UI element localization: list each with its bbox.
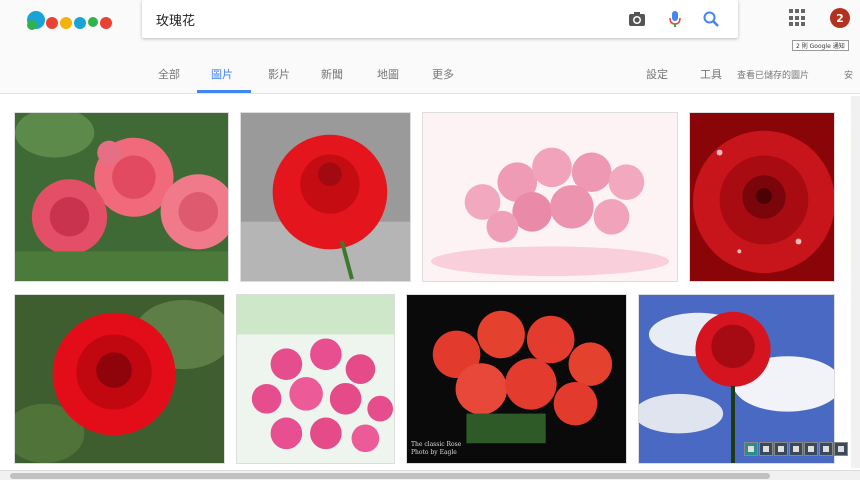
safesearch-link[interactable]: 安	[844, 68, 853, 81]
search-input[interactable]	[156, 9, 616, 29]
toolbar-button[interactable]	[834, 442, 848, 456]
saved-images-link[interactable]: 查看已儲存的圖片	[737, 68, 809, 81]
image-result[interactable]	[236, 294, 395, 464]
tab-images[interactable]: 圖片	[211, 66, 233, 82]
tab-news[interactable]: 新聞	[321, 66, 343, 82]
tab-more[interactable]: 更多	[432, 66, 454, 82]
camera-icon[interactable]	[626, 8, 648, 30]
notification-tooltip: 2 則 Google 通知	[792, 40, 849, 51]
image-toolbar	[744, 442, 849, 456]
tab-tools[interactable]: 工具	[700, 66, 722, 82]
notification-badge[interactable]: 2	[830, 8, 850, 28]
apps-grid-icon[interactable]	[789, 9, 807, 27]
tab-videos[interactable]: 影片	[268, 66, 290, 82]
image-result[interactable]	[638, 294, 835, 464]
microphone-icon[interactable]	[664, 8, 686, 30]
horizontal-scrollbar[interactable]	[0, 470, 860, 480]
image-result[interactable]	[689, 112, 835, 282]
toolbar-button[interactable]	[804, 442, 818, 456]
search-box	[142, 0, 738, 38]
image-result[interactable]: The classic Rose Photo by Eagle	[406, 294, 627, 464]
image-results-grid: The classic Rose Photo by Eagle	[0, 95, 860, 467]
image-result[interactable]	[240, 112, 411, 282]
image-result[interactable]	[14, 294, 225, 464]
tab-all[interactable]: 全部	[158, 66, 180, 82]
image-caption: The classic Rose Photo by Eagle	[411, 441, 462, 456]
toolbar-button[interactable]	[744, 442, 758, 456]
top-header: 2 2 則 Google 通知 全部 圖片 影片 新聞 地圖 更多 設定 工具 …	[0, 0, 860, 94]
scrollbar-thumb[interactable]	[10, 473, 770, 479]
image-result[interactable]	[14, 112, 229, 282]
toolbar-button[interactable]	[759, 442, 773, 456]
search-tabs: 全部 圖片 影片 新聞 地圖 更多 設定 工具 查看已儲存的圖片 安	[0, 62, 860, 94]
search-icon[interactable]	[700, 8, 722, 30]
vertical-scrollbar[interactable]	[851, 96, 860, 468]
toolbar-button[interactable]	[789, 442, 803, 456]
active-tab-indicator	[197, 90, 251, 93]
toolbar-button[interactable]	[774, 442, 788, 456]
image-result[interactable]	[422, 112, 678, 282]
tab-settings[interactable]: 設定	[646, 66, 668, 82]
toolbar-button[interactable]	[819, 442, 833, 456]
google-logo[interactable]	[26, 5, 116, 35]
tab-maps[interactable]: 地圖	[377, 66, 399, 82]
